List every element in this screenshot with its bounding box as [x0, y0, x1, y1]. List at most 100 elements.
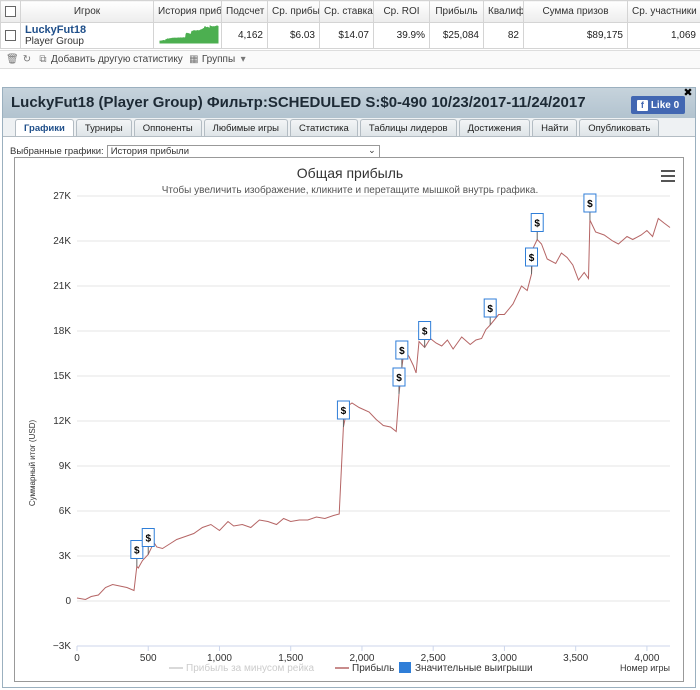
panel-header: LuckyFut18 (Player Group) Фильтр:SCHEDUL…: [3, 88, 695, 118]
big-win-flag[interactable]: $: [530, 213, 544, 240]
big-win-flag[interactable]: $: [141, 528, 155, 555]
col-header-avg-profit[interactable]: Ср. прибыль: [267, 0, 320, 23]
tab-achievements[interactable]: Достижения: [458, 119, 531, 137]
like-label: Like 0: [650, 99, 680, 111]
select-all-checkbox[interactable]: [5, 5, 16, 17]
chart-subtitle: Чтобы увеличить изображение, кликните и …: [162, 184, 539, 196]
big-win-flag[interactable]: $: [336, 400, 350, 427]
stats-area: Игрок История прибыли Подсчет Ср. прибыл…: [0, 0, 700, 70]
legend-item-net-profit[interactable]: Прибыль за минусом рейка: [186, 662, 315, 674]
tab-find[interactable]: Найти: [532, 119, 578, 137]
col-header-avg-stake[interactable]: Ср. ставка: [319, 0, 374, 23]
profit-sparkline-cell: [153, 22, 222, 49]
avg-roi-cell: 39.9%: [373, 22, 430, 49]
col-header-avg-entrants[interactable]: Ср. участники: [627, 0, 700, 23]
stats-toolbar: 🗑 ↻ ⧉ Добавить другую статистику ▦ Групп…: [0, 50, 700, 69]
chart-select-label: Выбранные графики:: [10, 146, 104, 157]
stats-table: Игрок История прибыли Подсчет Ср. прибыл…: [0, 0, 700, 49]
avg-entrants-cell: 1,069: [627, 22, 700, 49]
big-win-flag-label: $: [534, 219, 540, 230]
series-layer: [76, 217, 671, 601]
table-row[interactable]: LuckyFut18 Player Group 4,162 $6.03 $14.…: [0, 22, 700, 49]
x-tick-label: 4,000: [634, 653, 659, 664]
legend-item-profit[interactable]: Прибыль: [352, 662, 394, 674]
big-win-flag[interactable]: $: [583, 193, 597, 220]
col-header-player[interactable]: Игрок: [20, 0, 154, 23]
col-header-profit-history[interactable]: История прибыли: [153, 0, 222, 23]
sparkline-area: [159, 25, 219, 44]
facebook-like-button[interactable]: f Like 0: [631, 96, 685, 114]
add-stat-icon: ⧉: [39, 53, 47, 65]
avg-stake-cell: $14.07: [319, 22, 374, 49]
big-win-flag[interactable]: $: [395, 340, 409, 367]
y-tick-label: 18K: [53, 326, 71, 337]
chart-menu-icon[interactable]: [661, 170, 675, 182]
x-tick-label: 500: [140, 653, 157, 664]
profit-series-line: [76, 217, 671, 601]
y-tick-label: −3K: [53, 641, 71, 652]
tab-opponents[interactable]: Оппоненты: [133, 119, 202, 137]
player-name-link[interactable]: LuckyFut18: [25, 24, 149, 36]
y-tick-label: 12K: [53, 416, 71, 427]
tab-tournaments[interactable]: Турниры: [75, 119, 132, 137]
groups-button[interactable]: ▦ Группы ▾: [189, 54, 248, 65]
big-win-flag-label: $: [341, 406, 347, 417]
profit-chart[interactable]: Общая прибыль Чтобы увеличить изображени…: [14, 157, 684, 682]
tab-favorite-games[interactable]: Любимые игры: [203, 119, 288, 137]
refresh-icon[interactable]: ↻: [22, 54, 32, 65]
row-checkbox-cell[interactable]: [0, 22, 21, 49]
avg-profit-cell: $6.03: [267, 22, 320, 49]
add-stat-button[interactable]: ⧉ Добавить другую статистику: [38, 53, 183, 65]
y-tick-label: 9K: [59, 461, 72, 472]
big-win-flag-label: $: [422, 327, 428, 338]
x-tick-label: 3,500: [563, 653, 588, 664]
player-group: Player Group: [25, 36, 84, 47]
big-win-flag-label: $: [396, 373, 402, 384]
big-win-flag-label: $: [487, 304, 493, 315]
profit-cell: $25,084: [429, 22, 484, 49]
y-tick-label: 27K: [53, 191, 71, 202]
tab-statistics[interactable]: Статистика: [289, 119, 358, 137]
legend-item-big-wins[interactable]: Значительные выигрыши: [415, 663, 533, 674]
prize-sum-cell: $89,175: [523, 22, 628, 49]
big-win-flag[interactable]: $: [483, 298, 497, 325]
col-header-count[interactable]: Подсчет: [221, 0, 268, 23]
chart-canvas[interactable]: Общая прибыль Чтобы увеличить изображени…: [15, 158, 685, 683]
tick-layer: −3K03K6K9K12K15K18K21K24K27K0 500 1,000 1,5…: [53, 191, 660, 664]
y-tick-label: 6K: [59, 506, 72, 517]
y-tick-label: 0: [65, 596, 71, 607]
big-win-flag-label: $: [587, 199, 593, 210]
groups-icon: ▦: [189, 53, 199, 65]
y-tick-label: 3K: [59, 551, 72, 562]
chart-select-value: История прибыли: [110, 146, 190, 157]
y-axis-title: Суммарный итог (USD): [28, 420, 37, 507]
legend-marker-big-wins: [399, 662, 411, 673]
tab-publish[interactable]: Опубликовать: [579, 119, 660, 137]
dropdown-icon: ▾: [240, 53, 246, 65]
chart-title: Общая прибыль: [297, 165, 403, 181]
select-all-checkbox-cell[interactable]: [0, 0, 21, 23]
qualif-cell: 82: [483, 22, 524, 49]
big-win-flag-label: $: [529, 253, 535, 264]
y-tick-label: 24K: [53, 236, 71, 247]
y-tick-label: 15K: [53, 371, 71, 382]
player-cell[interactable]: LuckyFut18 Player Group: [20, 22, 154, 49]
col-header-avg-roi[interactable]: Ср. ROI: [373, 0, 430, 23]
col-header-prize-sum[interactable]: Сумма призов: [523, 0, 628, 23]
add-stat-label: Добавить другую статистику: [51, 54, 183, 65]
col-header-profit[interactable]: Прибыль: [429, 0, 484, 23]
x-axis-title: Номер игры: [620, 663, 670, 673]
big-win-flag[interactable]: $: [392, 367, 406, 394]
tab-leaderboards[interactable]: Таблицы лидеров: [359, 119, 457, 137]
big-win-flag-label: $: [399, 346, 405, 357]
stats-header-row: Игрок История прибыли Подсчет Ср. прибыл…: [0, 0, 700, 23]
chevron-down-icon: ⌄: [368, 145, 376, 155]
trash-icon[interactable]: 🗑: [6, 54, 19, 65]
panel-title: LuckyFut18 (Player Group) Фильтр:SCHEDUL…: [11, 94, 586, 111]
big-win-flag[interactable]: $: [525, 247, 539, 274]
row-checkbox[interactable]: [5, 29, 16, 41]
panel-tabs: Графики Турниры Оппоненты Любимые игры С…: [15, 119, 660, 137]
tab-charts[interactable]: Графики: [15, 119, 74, 137]
col-header-qualif[interactable]: Квалиф: [483, 0, 524, 23]
x-tick-label: 0: [74, 653, 80, 664]
